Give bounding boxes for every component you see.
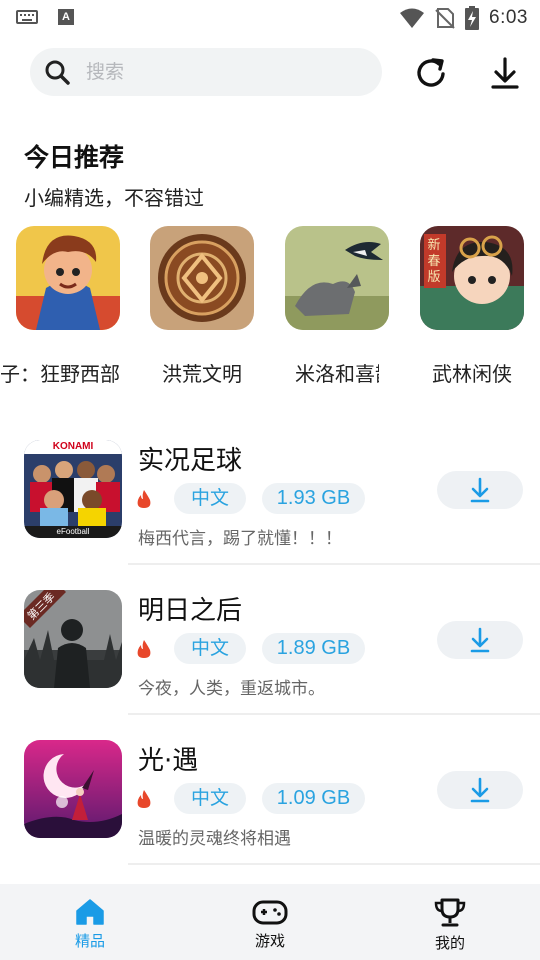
app-thumbnail — [150, 226, 254, 330]
app-thumbnail: KONAMI eFootball — [24, 440, 122, 538]
download-button[interactable] — [437, 471, 523, 509]
section-title: 今日推荐 — [24, 143, 125, 172]
home-icon — [76, 899, 104, 925]
section-subtitle: 小编精选，不容错过 — [24, 186, 204, 210]
fire-icon — [137, 640, 151, 658]
recommend-carousel[interactable]: 孩子：狂野西部 洪荒文明 米洛和喜鹊 — [0, 226, 540, 396]
language-tag: 中文 — [174, 483, 246, 514]
nav-item-games[interactable]: 游戏 — [180, 884, 360, 960]
thumb-brand: eFootball — [56, 527, 90, 536]
nav-item-mine[interactable]: 我的 — [360, 884, 540, 960]
download-icon[interactable] — [489, 56, 521, 90]
fire-icon — [137, 790, 151, 808]
recommend-name: 武林闲侠 — [432, 362, 512, 386]
search-bar[interactable] — [30, 48, 382, 96]
app-list-item[interactable]: 光·遇 中文 1.09 GB 温暖的灵魂终将相遇 — [0, 740, 540, 890]
app-thumbnail — [285, 226, 389, 330]
nav-label: 我的 — [434, 934, 465, 952]
gamepad-icon — [252, 900, 288, 925]
app-description: 梅西代言，踢了就懂！！！ — [138, 529, 342, 549]
status-left: A — [16, 9, 74, 25]
keyboard-icon — [16, 10, 38, 24]
thumb-brand: KONAMI — [52, 441, 94, 452]
app-thumbnail — [16, 226, 120, 330]
wifi-icon — [400, 8, 425, 28]
app-title: 实况足球 — [138, 446, 243, 476]
status-time: 6:03 — [489, 7, 528, 28]
new-year-badge: 新春版 — [427, 238, 441, 285]
app-list-item[interactable]: 第三季 明日之后 中文 1.89 GB 今夜，人类，重返城市。 — [0, 590, 540, 740]
recommend-card[interactable]: 米洛和喜鹊 — [285, 226, 391, 386]
size-tag: 1.93 GB — [262, 483, 365, 514]
nav-item-featured[interactable]: 精品 — [0, 884, 180, 960]
app-title: 光·遇 — [138, 746, 199, 776]
download-button[interactable] — [437, 771, 523, 809]
trophy-icon — [434, 898, 466, 927]
app-title: 明日之后 — [138, 596, 243, 626]
search-icon — [45, 60, 70, 85]
battery-charging-icon — [465, 6, 480, 30]
a-icon: A — [58, 9, 74, 25]
size-tag: 1.89 GB — [262, 633, 365, 664]
language-tag: 中文 — [174, 783, 246, 814]
app-description: 温暖的灵魂终将相遇 — [138, 829, 291, 849]
refresh-icon[interactable] — [414, 56, 448, 90]
app-thumbnail: 第三季 — [24, 590, 122, 688]
app-description: 今夜，人类，重返城市。 — [138, 679, 325, 699]
no-sim-icon — [435, 8, 455, 29]
divider — [128, 863, 540, 865]
download-icon — [470, 477, 490, 503]
app-list-item[interactable]: KONAMI eFootball 实况足球 中文 1.93 GB 梅西代言，踢了… — [0, 440, 540, 590]
language-tag: 中文 — [174, 633, 246, 664]
recommend-name: 米洛和喜鹊 — [295, 362, 379, 386]
status-right: 6:03 — [399, 6, 528, 30]
size-tag: 1.09 GB — [262, 783, 365, 814]
recommend-card[interactable]: 洪荒文明 — [150, 226, 256, 386]
bottom-nav: 精品 游戏 我的 — [0, 884, 540, 960]
app-thumbnail — [24, 740, 122, 838]
download-icon — [470, 627, 490, 653]
status-bar: A 6:03 — [0, 0, 540, 36]
recommend-name: 洪荒文明 — [162, 362, 242, 386]
divider — [128, 563, 540, 565]
recommend-card[interactable]: 新春版 武林闲侠 — [420, 226, 526, 386]
app-thumbnail: 新春版 — [420, 226, 524, 330]
nav-label: 精品 — [74, 932, 105, 950]
fire-icon — [137, 490, 151, 508]
recommend-card[interactable]: 孩子：狂野西部 — [0, 226, 122, 386]
nav-label: 游戏 — [254, 932, 285, 950]
divider — [128, 713, 540, 715]
download-icon — [470, 777, 490, 803]
download-button[interactable] — [437, 621, 523, 659]
recommend-name: 孩子：狂野西部 — [0, 362, 120, 386]
search-input[interactable] — [86, 61, 346, 83]
